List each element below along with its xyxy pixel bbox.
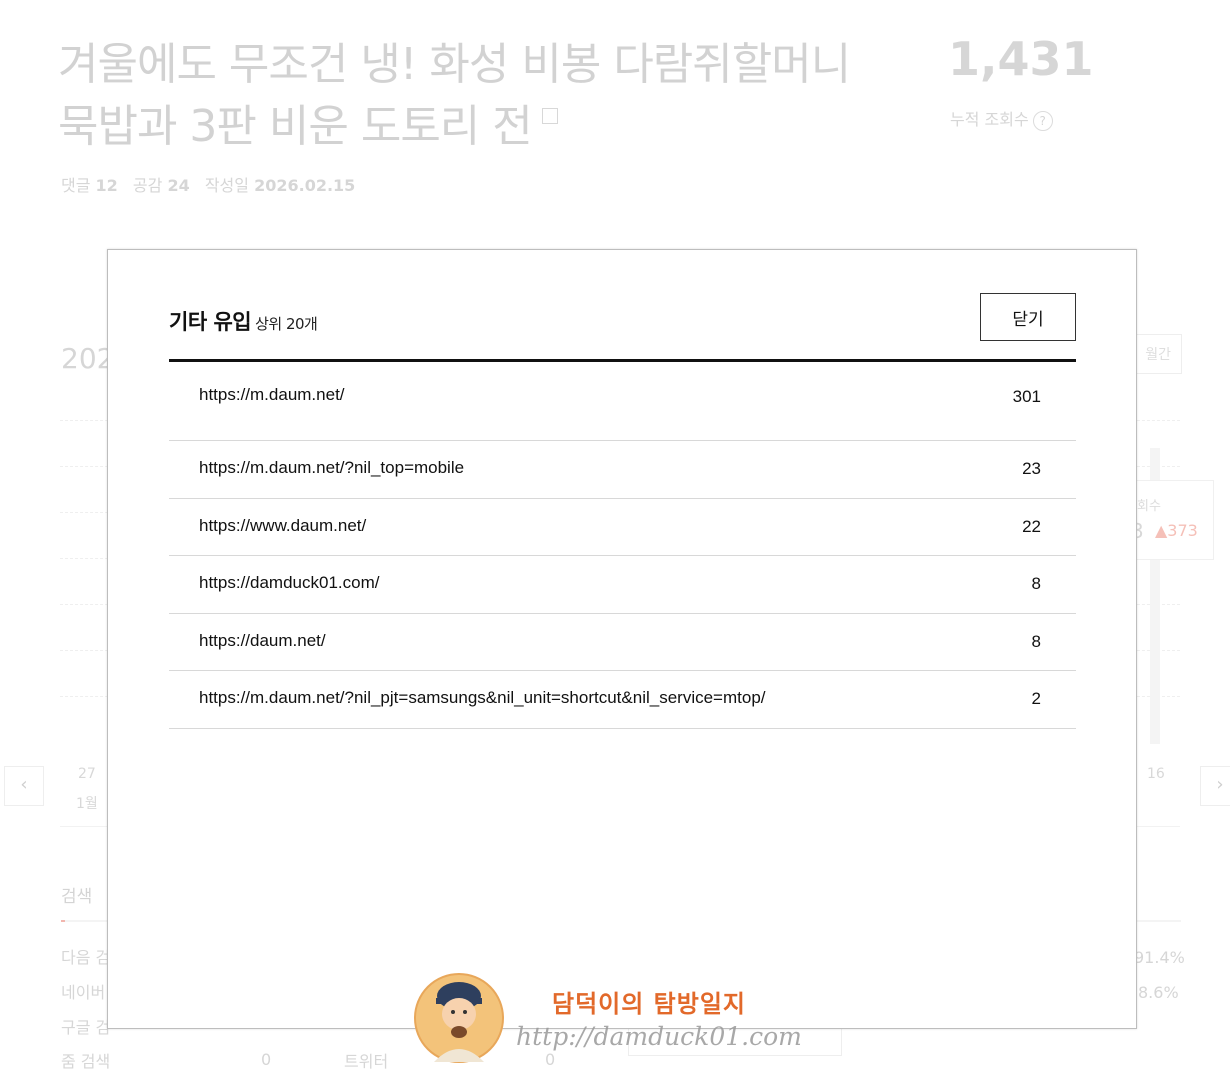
chevron-left-icon[interactable]: ‹ — [4, 766, 44, 806]
chevron-right-icon[interactable]: › — [1200, 766, 1230, 806]
referrer-url: https://m.daum.net/?nil_pjt=samsungs&nil… — [199, 688, 766, 707]
zum-count: 0 — [261, 1050, 272, 1069]
post-title: 겨울에도 무조건 냉! 화성 비봉 다람쥐할머니 묵밥과 3판 비운 도토리 전 — [58, 34, 858, 158]
search-source-zum: 줌 검색 — [61, 1052, 111, 1071]
modal-title: 기타 유입 상위 20개 — [169, 306, 318, 336]
search-section-heading: 검색 — [61, 887, 93, 907]
referrer-count: 2 — [1031, 689, 1041, 708]
list-item: https://www.daum.net/ 22 — [169, 499, 1076, 556]
post-title-line2-text: 묵밥과 3판 비운 도토리 전 — [58, 101, 533, 152]
referrer-url: https://m.daum.net/ — [199, 385, 345, 404]
help-icon[interactable]: ? — [1032, 111, 1053, 131]
post-meta: 댓글 12 공감 24 작성일 2026.02.15 — [61, 172, 365, 196]
referrer-list: https://m.daum.net/ 301 https://m.daum.n… — [169, 383, 1076, 729]
twitter-count: 0 — [545, 1050, 556, 1069]
likes-label: 공감 — [132, 176, 163, 195]
referrer-url: https://www.daum.net/ — [199, 515, 367, 535]
external-link-icon[interactable] — [541, 108, 558, 124]
comments-count: 12 — [95, 176, 118, 195]
list-item: https://damduck01.com/ 8 — [169, 556, 1076, 614]
referrer-count: 22 — [1022, 516, 1041, 536]
search-source-daum: 다음 검 — [61, 948, 111, 967]
post-date: 2026.02.15 — [254, 176, 356, 195]
referrer-count: 301 — [1012, 387, 1041, 406]
x-axis-last-day: 16 — [1147, 766, 1165, 782]
search-percent-1: 91.4% — [1134, 948, 1185, 967]
total-views-label: 누적 조회수? — [950, 106, 1053, 131]
modal-title-text: 기타 유입 — [169, 310, 252, 334]
post-title-line2: 묵밥과 3판 비운 도토리 전 — [58, 96, 858, 158]
total-views-label-text: 누적 조회수 — [950, 110, 1029, 129]
search-source-naver: 네이버 — [61, 983, 106, 1002]
x-axis-first-month: 1월 — [76, 796, 98, 812]
referrer-url: https://damduck01.com/ — [199, 573, 380, 592]
close-button[interactable]: 닫기 — [980, 293, 1076, 341]
total-views: 1,431 — [948, 32, 1094, 86]
date-label: 작성일 — [204, 176, 249, 195]
referrer-count: 8 — [1031, 574, 1041, 593]
referrer-url: https://m.daum.net/?nil_top=mobile — [199, 458, 465, 477]
modal-header-rule — [169, 359, 1076, 362]
watermark-avatar — [414, 973, 504, 1063]
chart-tooltip: 회수 3 ▲373 — [1128, 480, 1214, 560]
referrer-count: 23 — [1022, 459, 1041, 478]
modal-subtitle: 상위 20개 — [255, 315, 318, 333]
tooltip-delta: ▲373 — [1155, 521, 1198, 540]
referrer-url: https://daum.net/ — [199, 630, 326, 650]
list-item: https://m.daum.net/ 301 — [169, 383, 1076, 441]
twitter-label: 트위터 — [344, 1052, 389, 1071]
referrer-count: 8 — [1031, 631, 1041, 651]
list-item: https://m.daum.net/?nil_top=mobile 23 — [169, 441, 1076, 499]
tooltip-label: 회수 — [1137, 499, 1161, 514]
likes-count: 24 — [167, 176, 190, 195]
referrer-modal: 기타 유입 상위 20개 닫기 https://m.daum.net/ 301 h… — [107, 249, 1137, 1029]
list-item: https://m.daum.net/?nil_pjt=samsungs&nil… — [169, 671, 1076, 729]
search-divider-accent — [61, 920, 65, 922]
watermark-url: http://damduck01.com — [516, 1022, 802, 1051]
list-item: https://daum.net/ 8 — [169, 614, 1076, 671]
search-percent-2: 8.6% — [1138, 983, 1179, 1002]
search-source-google: 구글 검 — [61, 1018, 111, 1037]
comments-label: 댓글 — [61, 176, 91, 195]
post-title-line1: 겨울에도 무조건 냉! 화성 비봉 다람쥐할머니 — [58, 39, 851, 90]
x-axis-first-day: 27 — [78, 766, 96, 782]
watermark-title: 담덕이의 탐방일지 — [552, 989, 746, 1018]
